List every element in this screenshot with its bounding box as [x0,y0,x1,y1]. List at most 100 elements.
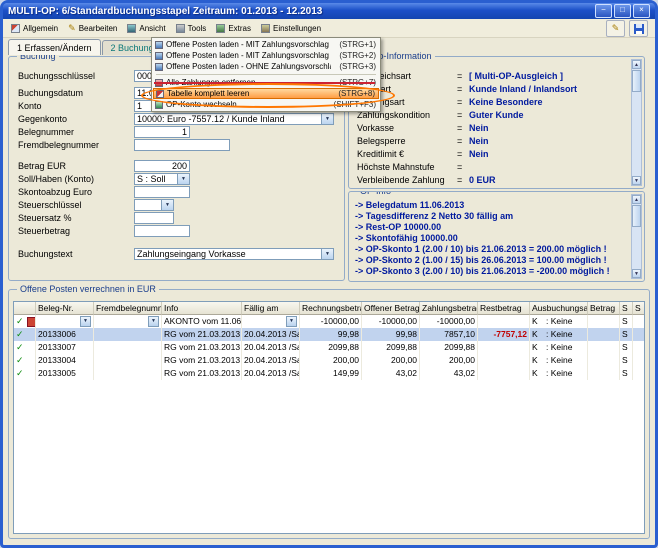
opinfo-line: -> OP-Skonto 3 (2.00 / 10) bis 21.06.201… [355,266,628,277]
highlight-ellipse-annotation [141,83,395,108]
restbetrag-negative: -7757,12 [478,328,530,341]
soll-haben-combo[interactable]: S : Soll ▼ [134,173,190,185]
load-op-icon [155,63,163,71]
col-s1[interactable]: S [620,302,633,315]
col-restbetrag[interactable]: Restbetrag [478,302,530,315]
filter-dropdown-icon[interactable]: ▼ [148,316,159,327]
skontoabzug-input[interactable] [134,186,190,198]
gegenkonto-combo[interactable]: 10000: Euro -7557.12 / Kunde Inland ▼ [134,113,334,125]
fremdbelegnummer-input[interactable] [134,139,230,151]
dropdown-icon[interactable]: ▼ [177,174,189,184]
field-label: Buchungsschlüssel [18,71,134,81]
scroll-down-icon[interactable]: ▼ [632,176,641,185]
row-check-icon[interactable]: ✓ [16,341,24,354]
op-table-group-title: Offene Posten verrechnen in EUR [17,284,159,294]
row-check-icon[interactable]: ✓ [16,367,24,380]
op-row[interactable]: ✓ 20133005 RG vom 21.03.2013 20.04.2013 … [14,367,644,380]
col-zahlungsbetrag[interactable]: Zahlungsbetrag [420,302,478,315]
opinfo-line: -> OP-Skonto 1 (2.00 / 10) bis 21.06.201… [355,244,628,255]
row-check-icon[interactable]: ✓ [16,354,24,367]
akonto-flag-icon [27,317,36,327]
menu-bearbeiten[interactable]: ✎ Bearbeiten [63,21,122,36]
filter-dropdown-icon[interactable]: ▼ [80,316,91,327]
menu-ansicht[interactable]: Ansicht [122,22,170,35]
op-row-akonto[interactable]: ✓ ▼ ▼ AKONTO vom 11.06.201 ▼ -10000,00 -… [14,315,644,328]
edit-pencil-icon: ✎ [612,23,620,34]
betrag-input[interactable]: 200 [134,160,190,172]
menu-einstellungen[interactable]: Einstellungen [256,22,326,35]
tools-icon [176,24,185,33]
toolbar-right: ✎ [606,20,648,37]
col-faellig-am[interactable]: Fällig am [242,302,300,315]
zahlungsart-value: Keine Besondere [469,97,543,107]
steuerschluessel-combo[interactable]: ▼ [134,199,174,211]
menu-item-load-op-without-proposal[interactable]: Offene Posten laden - OHNE Zahlungsvorsc… [153,61,379,72]
scrollbar-thumb[interactable] [632,205,641,227]
opinfo-line: -> Belegdatum 11.06.2013 [355,200,628,211]
edit-button[interactable]: ✎ [606,20,625,37]
field-label: Belegnummer [18,127,134,137]
col-offener-betrag[interactable]: Offener Betrag [362,302,420,315]
kontoinfo-scrollbar[interactable]: ▲ ▼ [631,59,642,186]
load-op-icon [155,52,163,60]
belegnummer-input[interactable]: 1 [134,126,190,138]
col-rechnungsbetrag[interactable]: Rechnungsbetrag [300,302,362,315]
col-s2[interactable]: S [633,302,644,315]
maximize-button[interactable]: □ [614,4,631,18]
buchungstext-combo[interactable]: Zahlungseingang Vorkasse ▼ [134,248,334,260]
allgemein-icon [11,24,20,33]
scroll-down-icon[interactable]: ▼ [632,269,641,278]
menu-extras[interactable]: Extras [211,22,256,35]
verbleibende-zahlung-value: 0 EUR [469,175,496,185]
menu-item-load-op-with-proposal-no-skonto[interactable]: Offene Posten laden - MIT Zahlungsvorsch… [153,50,379,61]
field-label: Steuersatz % [18,213,134,223]
field-label: Gegenkonto [18,114,134,124]
col-info[interactable]: Info [162,302,242,315]
zahlungskondition-value: Guter Kunde [469,110,524,120]
opinfo-group-title: OP-Info [357,191,394,196]
col-betrag[interactable]: Betrag [588,302,620,315]
field-label: Betrag EUR [18,161,134,171]
close-button[interactable]: × [633,4,650,18]
row-check-icon[interactable]: ✓ [16,328,24,341]
op-row[interactable]: ✓ 20133004 RG vom 21.03.2013 20.04.2013 … [14,354,644,367]
row-check-icon[interactable]: ✓ [16,315,24,328]
kontoart-value: Kunde Inland / Inlandsort [469,84,577,94]
scroll-up-icon[interactable]: ▲ [632,60,641,69]
menubar: Allgemein ✎ Bearbeiten Ansicht Tools Ext… [3,19,655,38]
op-row-selected[interactable]: ✓ 20133006 RG vom 21.03.2013 20.04.2013 … [14,328,644,341]
col-ausbuchungsart[interactable]: Ausbuchungsart [530,302,588,315]
dropdown-icon[interactable]: ▼ [321,114,333,124]
opinfo-line: -> Skontofähig 10000.00 [355,233,628,244]
minimize-button[interactable]: − [595,4,612,18]
field-label: Konto [18,101,134,111]
menu-item-load-op-with-proposal[interactable]: Offene Posten laden - MIT Zahlungsvorsch… [153,39,379,50]
opinfo-line: -> OP-Skonto 2 (1.00 / 15) bis 26.06.201… [355,255,628,266]
menu-allgemein[interactable]: Allgemein [6,22,63,35]
dropdown-icon[interactable]: ▼ [321,249,333,259]
field-label: Skontoabzug Euro [18,187,134,197]
op-grid-header: Beleg-Nr. Fremdbelegnummer Info Fällig a… [14,302,644,315]
field-label: Steuerbetrag [18,226,134,236]
steuerbetrag-input[interactable] [134,225,190,237]
save-button[interactable] [629,20,648,37]
scrollbar-thumb[interactable] [632,70,641,92]
opinfo-scrollbar[interactable]: ▲ ▼ [631,194,642,279]
steuersatz-input[interactable] [134,212,174,224]
menu-tools[interactable]: Tools [171,22,212,35]
col-beleg-nr[interactable]: Beleg-Nr. [36,302,94,315]
opinfo-line: -> Rest-OP 10000.00 [355,222,628,233]
pencil-icon: ✎ [68,23,76,34]
scroll-up-icon[interactable]: ▲ [632,195,641,204]
tab-erfassen-aendern[interactable]: 1 Erfassen/Ändern [8,39,101,55]
dropdown-icon[interactable]: ▼ [161,200,173,210]
filter-dropdown-icon[interactable]: ▼ [286,316,297,327]
field-label: Steuerschlüssel [18,200,134,210]
op-row[interactable]: ✓ 20133007 RG vom 21.03.2013 20.04.2013 … [14,341,644,354]
col-fremdbelegnummer[interactable]: Fremdbelegnummer [94,302,162,315]
menu-separator [156,74,376,75]
field-label: Buchungstext [18,249,134,259]
opinfo-group: OP-Info -> Belegdatum 11.06.2013 -> Tage… [348,191,645,282]
field-label: Buchungsdatum [18,88,134,98]
field-label: Fremdbelegnummer [18,140,134,150]
